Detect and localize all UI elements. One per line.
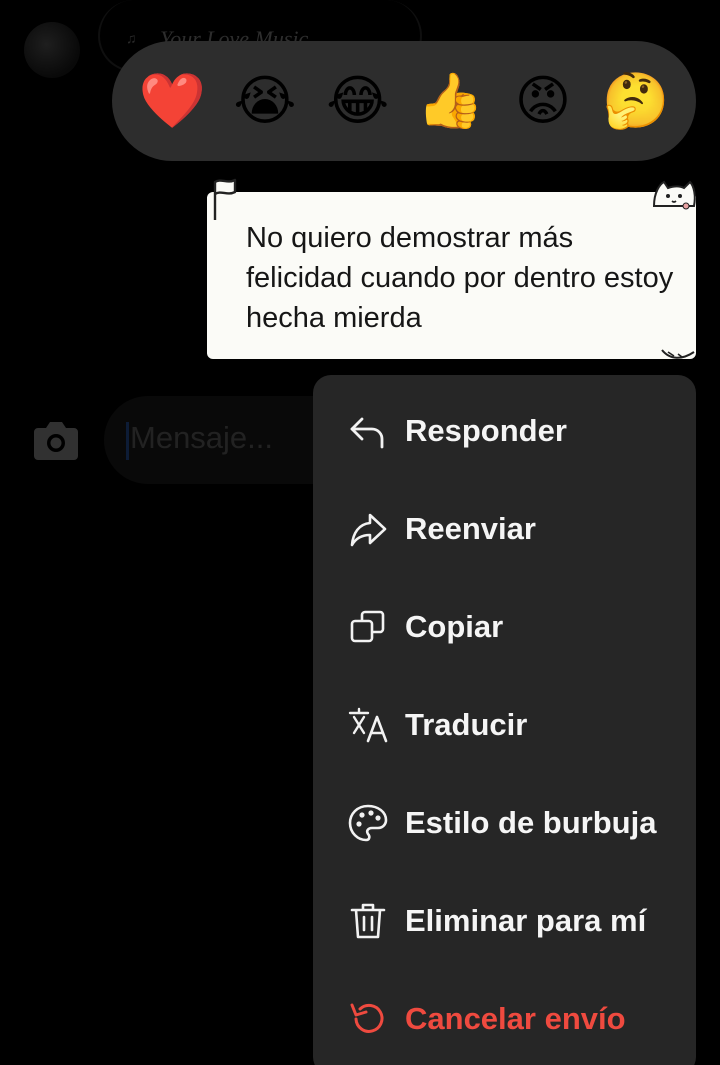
camera-button[interactable] (30, 416, 82, 464)
camera-icon (34, 422, 78, 460)
menu-item-copy[interactable]: Copiar (313, 578, 696, 676)
message-text: No quiero demostrar más felicidad cuando… (246, 222, 674, 334)
menu-item-bubble-style[interactable]: Estilo de burbuja (313, 774, 696, 872)
menu-label-copy: Copiar (405, 609, 504, 644)
reaction-loudly-crying-face[interactable]: 😭 (232, 68, 298, 134)
reply-icon (350, 417, 384, 449)
menu-label-bubble-style: Estilo de burbuja (405, 805, 657, 840)
reaction-thumbs-up[interactable]: 👍 (417, 68, 484, 134)
reaction-angry-face[interactable]: 😡 (510, 68, 576, 134)
menu-item-unsend[interactable]: Cancelar envío (313, 970, 696, 1065)
context-menu: Responder Reenviar Copiar Traducir Estil… (313, 375, 696, 1065)
reaction-bar: ❤️ 😭 😂 👍 😡 🤔 (112, 41, 696, 161)
menu-item-reply[interactable]: Responder (313, 382, 696, 480)
reaction-thinking-face[interactable]: 🤔 (602, 68, 669, 134)
palette-icon (348, 804, 388, 842)
flag-sticker-icon (213, 178, 237, 220)
menu-label-unsend: Cancelar envío (405, 1001, 626, 1036)
chat-screen: ♫ Your Love Music Mensaje... ❤️ 😭 😂 👍 😡 … (0, 0, 720, 1065)
reaction-face-with-tears-of-joy[interactable]: 😂 (325, 68, 391, 134)
reaction-red-heart[interactable]: ❤️ (139, 68, 206, 134)
trash-icon (350, 903, 386, 939)
menu-label-delete-for-me: Eliminar para mí (405, 903, 647, 938)
sticker-tail-icon (661, 349, 695, 359)
menu-item-forward[interactable]: Reenviar (313, 480, 696, 578)
menu-label-reply: Responder (405, 413, 567, 448)
message-bubble[interactable]: No quiero demostrar más felicidad cuando… (207, 192, 696, 359)
avatar[interactable] (24, 22, 80, 78)
undo-icon (350, 1003, 384, 1033)
menu-item-translate[interactable]: Traducir (313, 676, 696, 774)
menu-label-translate: Traducir (405, 707, 528, 742)
menu-label-forward: Reenviar (405, 511, 536, 546)
copy-icon (350, 610, 385, 643)
text-caret (126, 422, 129, 460)
music-icon: ♫ (126, 30, 137, 46)
cat-sticker-icon (652, 180, 696, 210)
menu-item-delete-for-me[interactable]: Eliminar para mí (313, 872, 696, 970)
translate-icon (348, 707, 388, 743)
forward-icon (350, 513, 387, 547)
message-placeholder: Mensaje... (130, 420, 274, 455)
